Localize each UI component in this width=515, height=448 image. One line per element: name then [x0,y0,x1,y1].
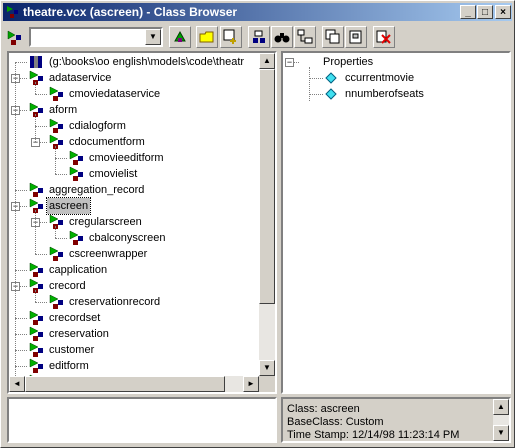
class-tree-label: cbalconyscreen [89,232,166,244]
property-label: nnumberofseats [345,88,424,100]
class-tree-label: aggregation_record [49,184,145,196]
class-icon [49,86,63,101]
redefine-button[interactable] [169,26,191,48]
maximize-button[interactable]: □ [477,5,493,19]
class-icon [29,342,43,357]
scroll-corner [259,376,275,392]
properties-expander[interactable]: − [285,58,294,67]
info-scrollbar[interactable]: ▲ ▼ [493,399,509,441]
open-button[interactable] [196,26,218,48]
class-tree-label: cmovieeditform [89,152,164,164]
class-tree-label: capplication [49,264,108,276]
combo-dropdown-button[interactable]: ▼ [145,29,161,45]
class-icon [29,326,43,341]
class-tree-label: cmovielist [89,168,138,180]
members-tree[interactable]: − Properties ccurrentmovie nnumberofseats [281,51,511,394]
class-tree-label: customer [49,344,95,356]
class-browser-app-icon [7,6,18,18]
open-folder-icon [199,31,214,43]
class-icon [29,70,43,85]
timestamp-info-line: Time Stamp: 12/14/98 11:23:14 PM [287,429,460,441]
property-label: ccurrentmovie [345,72,415,84]
class-tree-label: editform [49,360,89,372]
class-tree-label: adataservice [49,72,112,84]
add-icon [223,29,236,44]
class-icon [49,294,63,309]
class-icon [29,278,43,293]
close-button[interactable]: × [495,5,511,19]
find-binoculars-icon [274,33,290,43]
class-tree-label: creservation [49,328,109,340]
paste-button[interactable] [345,26,367,48]
hierarchy-icon [297,29,313,44]
scroll-left-button[interactable]: ◄ [9,376,25,392]
class-icon [29,358,43,373]
selected-class-label: ascreen [45,197,92,215]
window-title: theatre.vcx (ascreen) - Class Browser [23,5,238,19]
view-class-button[interactable] [248,26,270,48]
class-icon [49,134,63,149]
scroll-down-button[interactable]: ▼ [259,360,275,376]
property-diamond-icon [325,72,337,84]
scroll-up-button[interactable]: ▲ [259,53,275,69]
class-tree-label: cdocumentform [69,136,145,148]
paste-icon [349,30,362,44]
find-button[interactable] [271,26,293,48]
copy-button[interactable] [322,26,344,48]
class-icon [29,310,43,325]
class-hierarchy-tree[interactable]: (g:\books\oo english\models\code\theatr −… [7,51,277,394]
class-tree-label: cscreenwrapper [69,248,148,260]
horizontal-scroll-thumb[interactable] [25,376,225,392]
class-icon [49,246,63,261]
hierarchy-button[interactable] [294,26,316,48]
class-browser-icon[interactable] [6,29,24,47]
class-icon [29,198,43,213]
add-button[interactable] [220,26,242,48]
remove-icon [376,30,391,44]
info-scroll-down-button[interactable]: ▼ [493,425,509,441]
redefine-icon [174,30,186,42]
class-info-line: Class: ascreen [287,403,360,415]
class-tree-label: cmoviedataservice [69,88,161,100]
class-icon [29,102,43,117]
view-class-icon [253,30,265,43]
class-icon [29,182,43,197]
class-tree-label: (g:\books\oo english\models\code\theatr [49,56,245,68]
title-bar[interactable]: theatre.vcx (ascreen) - Class Browser _ … [3,3,512,21]
class-tree-label: crecord [49,280,86,292]
class-library-icon [30,56,42,68]
class-icon [69,166,83,181]
class-browser-window: theatre.vcx (ascreen) - Class Browser _ … [0,0,515,448]
class-combo[interactable]: ▼ [29,27,163,47]
vertical-scroll-thumb[interactable] [259,69,275,304]
copy-icon [325,29,340,44]
scroll-right-button[interactable]: ► [243,376,259,392]
class-icon [49,118,63,133]
class-icon [69,230,83,245]
tree-vertical-scrollbar[interactable]: ▲ ▼ [259,53,275,376]
minimize-button[interactable]: _ [460,5,476,19]
class-icon [49,214,63,229]
property-diamond-icon [325,88,337,100]
baseclass-info-line: BaseClass: Custom [287,416,384,428]
class-tree-label: cdialogform [69,120,126,132]
class-icon [69,150,83,165]
toolbar: ▼ [3,23,512,51]
class-tree-label: creservationrecord [69,296,161,308]
class-tree-label: aform [49,104,78,116]
info-scroll-up-button[interactable]: ▲ [493,399,509,415]
properties-label: Properties [323,56,374,68]
class-tree-label: cregularscreen [69,216,142,228]
class-tree-label: crecordset [49,312,101,324]
class-icon [29,262,43,277]
description-box[interactable] [7,397,277,443]
class-info-panel: Class: ascreen BaseClass: Custom Time St… [281,397,511,443]
tree-horizontal-scrollbar[interactable]: ◄ ► [9,376,259,392]
remove-button[interactable] [373,26,395,48]
